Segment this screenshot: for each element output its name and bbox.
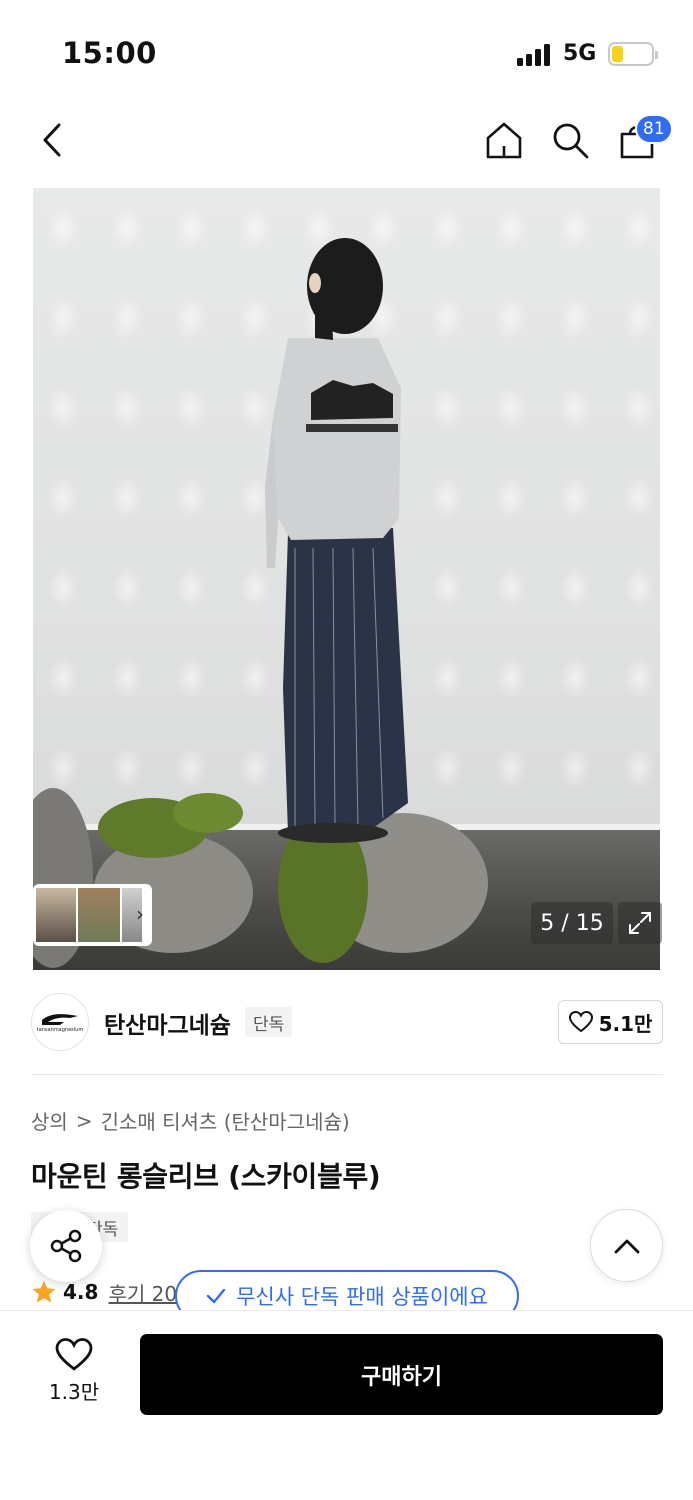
breadcrumb-category[interactable]: 상의 bbox=[31, 1106, 68, 1135]
divider bbox=[31, 1074, 663, 1075]
wishlist-button[interactable]: 1.3만 bbox=[38, 1338, 110, 1412]
breadcrumb-separator: > bbox=[75, 1108, 93, 1133]
status-time: 15:00 bbox=[62, 36, 157, 70]
cart-count-badge: 81 bbox=[635, 114, 673, 144]
nav-bar bbox=[0, 100, 693, 188]
breadcrumb: 상의 > 긴소매 티셔츠 (탄산마그네슘) bbox=[31, 1106, 350, 1135]
check-icon bbox=[206, 1288, 226, 1304]
thumbnail-strip[interactable]: › bbox=[33, 884, 152, 946]
thumbnail-image bbox=[36, 888, 76, 942]
rating-row: 4.8 후기 20 bbox=[31, 1276, 177, 1308]
signal-icon bbox=[517, 44, 553, 66]
home-button[interactable] bbox=[482, 118, 526, 162]
scroll-to-top-button[interactable] bbox=[590, 1209, 663, 1282]
brand-logo-text: tansanmagnesium bbox=[36, 1026, 84, 1033]
battery-icon bbox=[608, 42, 658, 66]
page-indicator: 5 / 15 bbox=[531, 902, 613, 944]
product-image[interactable] bbox=[33, 188, 660, 970]
brand-name[interactable]: 탄산마그네슘 bbox=[104, 1006, 231, 1040]
exclusive-badge: 단독 bbox=[245, 1007, 293, 1037]
share-button[interactable] bbox=[30, 1210, 102, 1282]
chevron-left-icon bbox=[43, 123, 61, 157]
brand-logo-mark bbox=[42, 1013, 78, 1025]
search-icon bbox=[553, 123, 589, 159]
review-link[interactable]: 후기 20 bbox=[108, 1278, 177, 1307]
home-icon bbox=[486, 122, 522, 159]
toast-message: 무신사 단독 판매 상품이에요 bbox=[236, 1285, 488, 1309]
search-button[interactable] bbox=[548, 118, 592, 162]
brand-like-count: 5.1만 bbox=[598, 1011, 653, 1036]
chevron-up-icon bbox=[614, 1239, 639, 1253]
network-label: 5G bbox=[563, 41, 597, 66]
brand-like-button[interactable]: 5.1만 bbox=[558, 1000, 663, 1044]
chevron-right-icon: › bbox=[136, 902, 144, 926]
star-icon bbox=[32, 1280, 56, 1303]
model-figure bbox=[33, 238, 488, 968]
heart-icon bbox=[55, 1338, 93, 1371]
back-button[interactable] bbox=[30, 118, 74, 162]
thumbnail-image bbox=[78, 888, 120, 942]
expand-button[interactable] bbox=[618, 902, 662, 944]
breadcrumb-subcategory[interactable]: 긴소매 티셔츠 (탄산마그네슘) bbox=[101, 1106, 350, 1135]
product-title: 마운틴 롱슬리브 (스카이블루) bbox=[31, 1160, 381, 1193]
rating-value: 4.8 bbox=[63, 1280, 99, 1304]
buy-button[interactable]: 구매하기 bbox=[140, 1334, 663, 1415]
status-bar: 15:00 5G bbox=[0, 0, 693, 100]
share-icon bbox=[50, 1229, 82, 1263]
heart-icon bbox=[568, 1011, 593, 1033]
expand-icon bbox=[629, 912, 651, 934]
wishlist-count: 1.3만 bbox=[48, 1380, 100, 1404]
brand-logo[interactable]: tansanmagnesium bbox=[31, 993, 89, 1051]
